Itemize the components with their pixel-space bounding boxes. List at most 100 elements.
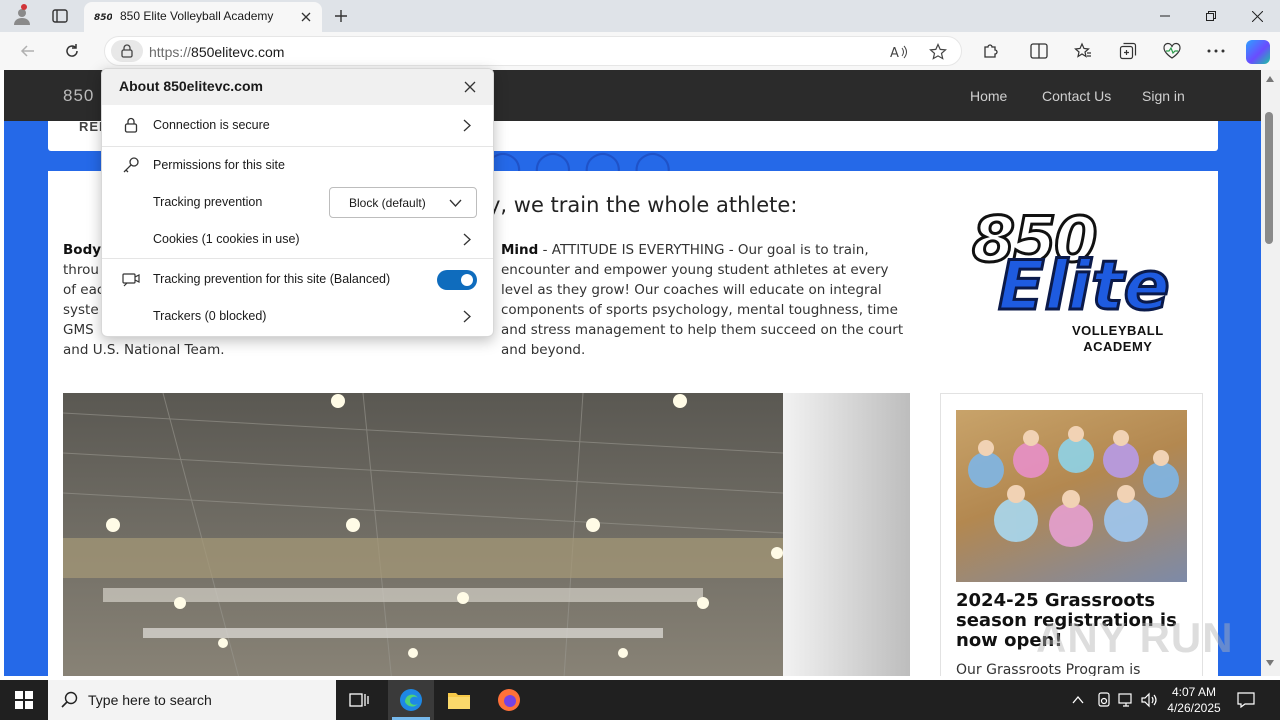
close-icon (301, 12, 311, 22)
taskbar-clock[interactable]: 4:07 AM 4/26/2025 (1164, 684, 1224, 716)
nav-home-link[interactable]: Home (970, 88, 1007, 104)
close-icon (1251, 10, 1263, 22)
tab-close-button[interactable] (298, 9, 314, 25)
notification-icon (1237, 692, 1255, 708)
star-icon (929, 43, 947, 60)
task-view-button[interactable] (336, 680, 382, 720)
popup-title: About 850elitevc.com (119, 78, 263, 94)
url-scheme: https:// (149, 44, 192, 60)
collections-button[interactable] (1117, 40, 1139, 62)
minimize-button[interactable] (1142, 0, 1188, 32)
site-brand[interactable]: 850 (63, 86, 94, 106)
tracking-eye-icon (121, 269, 141, 289)
refresh-icon (66, 44, 78, 57)
gym-illustration (63, 393, 783, 676)
page-scrollbar[interactable] (1261, 70, 1280, 676)
close-window-button[interactable] (1234, 0, 1280, 32)
device-icon (1098, 692, 1110, 707)
tab-850elite[interactable]: 850 850 Elite Volleyball Academy (84, 2, 322, 32)
url-text[interactable]: https://850elitevc.com (149, 44, 284, 60)
heart-pulse-icon (1163, 42, 1181, 59)
back-button[interactable] (14, 37, 42, 65)
chevron-right-icon (460, 118, 474, 132)
copilot-button[interactable] (1246, 40, 1270, 64)
favorites-button[interactable] (1072, 40, 1094, 62)
browser-toolbar: https://850elitevc.com A (0, 32, 1280, 70)
tray-network-button[interactable] (1117, 690, 1137, 710)
taskbar-firefox[interactable] (486, 680, 532, 720)
refresh-button[interactable] (58, 37, 86, 65)
new-tab-button[interactable] (330, 5, 352, 27)
browser-essentials-button[interactable] (1161, 40, 1183, 62)
lock-icon (121, 44, 133, 58)
mind-text: - ATTITUDE IS EVERYTHING - Our goal is t… (501, 242, 904, 358)
nav-contact-link[interactable]: Contact Us (1042, 88, 1111, 104)
tracking-prevention-select[interactable]: Block (default) (329, 187, 477, 218)
top-card-label[interactable]: REI (79, 119, 104, 134)
split-screen-button[interactable] (1028, 40, 1050, 62)
taskbar-file-explorer[interactable] (436, 680, 482, 720)
tray-device-button[interactable] (1094, 690, 1114, 710)
settings-more-button[interactable] (1205, 40, 1227, 62)
task-view-icon (349, 693, 369, 707)
taskbar-search[interactable]: Type here to search (48, 680, 336, 720)
read-aloud-button[interactable]: A (888, 41, 910, 63)
arrow-left-icon (20, 45, 34, 57)
chevron-right-icon (460, 309, 474, 323)
news-snippet: Our Grassroots Program is (956, 662, 1141, 676)
scroll-down-icon (1266, 660, 1274, 666)
trackers-label: Trackers (0 blocked) (153, 309, 267, 323)
watermark: ANY RUN (1036, 614, 1234, 661)
start-button[interactable] (0, 680, 48, 720)
team-photo (956, 410, 1187, 582)
favorite-button[interactable] (927, 41, 949, 63)
restore-button[interactable] (1188, 0, 1234, 32)
connection-row[interactable]: Connection is secure (102, 105, 493, 145)
network-icon (1118, 693, 1132, 707)
svg-text:850: 850 (94, 13, 112, 22)
clock-date: 4/26/2025 (1167, 701, 1221, 715)
team-illustration (968, 426, 1179, 547)
tracking-prevention-value: Block (default) (349, 196, 426, 210)
page-heading: y, we train the whole athlete: (488, 193, 798, 217)
extensions-button[interactable] (980, 40, 1002, 62)
chevron-right-icon (460, 232, 474, 246)
taskbar-edge[interactable] (388, 680, 434, 720)
toggle-knob (461, 274, 473, 286)
tray-volume-button[interactable] (1140, 690, 1160, 710)
site-info-button[interactable] (111, 40, 143, 62)
scroll-thumb[interactable] (1265, 112, 1273, 244)
logo-elite-text: Elite (997, 246, 1172, 328)
favorites-icon (1074, 42, 1091, 58)
puzzle-icon (984, 44, 998, 58)
cookies-label: Cookies (1 cookies in use) (153, 232, 300, 246)
tray-overflow-button[interactable] (1068, 690, 1088, 710)
key-icon (121, 155, 141, 175)
cookies-row[interactable]: Cookies (1 cookies in use) (102, 221, 493, 257)
permissions-label: Permissions for this site (153, 158, 285, 172)
popup-close-button[interactable] (461, 78, 479, 96)
notification-button[interactable] (1234, 688, 1258, 712)
collections-icon (1119, 42, 1137, 60)
tab-title: 850 Elite Volleyball Academy (120, 9, 274, 23)
windows-icon (15, 691, 33, 709)
read-aloud-icon: A (890, 45, 907, 60)
site-info-popup: About 850elitevc.com Connection is secur… (101, 68, 494, 337)
mind-column: Mind - ATTITUDE IS EVERYTHING - Our goal… (501, 240, 911, 360)
address-bar[interactable]: https://850elitevc.com A (104, 36, 962, 66)
trackers-row[interactable]: Trackers (0 blocked) (102, 299, 493, 335)
tracking-site-label: Tracking prevention for this site (Balan… (153, 272, 391, 286)
search-placeholder: Type here to search (88, 692, 212, 708)
chevron-down-icon (448, 196, 462, 210)
site-favicon-icon: 850 (94, 13, 112, 22)
tracking-site-toggle[interactable] (437, 270, 477, 290)
nav-signin-link[interactable]: Sign in (1142, 88, 1185, 104)
tab-actions-button[interactable] (48, 5, 72, 27)
chevron-up-icon (1072, 696, 1084, 704)
restore-icon (1206, 11, 1216, 21)
tab-actions-icon (52, 9, 68, 23)
image-slider-edge (783, 393, 910, 676)
url-host: 850elitevc.com (191, 44, 285, 60)
tracking-prevention-label: Tracking prevention (153, 195, 263, 209)
academy-logo: 850 Elite VOLLEYBALL ACADEMY (968, 202, 1178, 363)
